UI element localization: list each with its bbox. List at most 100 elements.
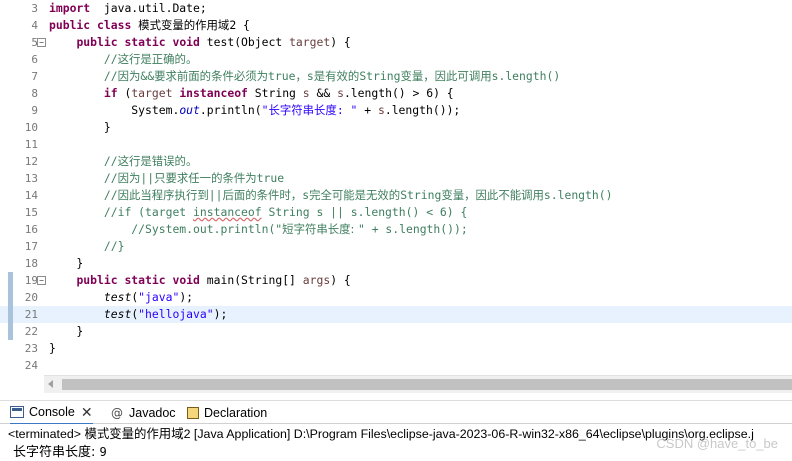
code-token: +: [357, 103, 378, 117]
code-token: ||: [208, 188, 223, 202]
code-text: public class 模式变量的作用域2 {: [49, 17, 250, 34]
line-number: 9: [31, 104, 38, 117]
code-token: instanceof: [193, 205, 262, 219]
code-line[interactable]: 6 //这行是正确的。: [0, 51, 792, 68]
tab-javadoc[interactable]: @ Javadoc: [110, 401, 176, 425]
code-token: "hellojava": [138, 307, 214, 321]
line-number: 20: [24, 291, 38, 304]
line-number: 17: [24, 240, 38, 253]
code-token: &&: [140, 69, 155, 83]
line-number: 3: [31, 2, 38, 15]
line-number: 15: [24, 206, 38, 219]
view-tab-bar: Console ✕ @ Javadoc Declaration: [0, 400, 792, 425]
ruler-marker: [8, 306, 13, 323]
declaration-icon: [187, 407, 199, 419]
code-text: //因为||只要求任一的条件为true: [49, 170, 284, 187]
line-number: 8: [31, 87, 38, 100]
tab-declaration[interactable]: Declaration: [187, 401, 267, 425]
ruler-marker: [8, 289, 13, 306]
code-text: }: [49, 340, 56, 357]
code-token: import: [49, 1, 91, 15]
output-value: 9: [99, 445, 107, 459]
close-icon[interactable]: ✕: [81, 405, 93, 419]
code-token: //: [103, 52, 118, 66]
line-number: 12: [24, 155, 38, 168]
code-line[interactable]: 17 //}: [0, 238, 792, 255]
code-line[interactable]: 13 //因为||只要求任一的条件为true: [0, 170, 792, 187]
code-token: 要求前面的条件必须为: [154, 69, 269, 83]
code-line[interactable]: 20 test("java");: [0, 289, 792, 306]
code-token: }: [49, 120, 111, 134]
code-token: //if (target: [103, 205, 194, 219]
code-token: static: [124, 35, 166, 49]
code-line[interactable]: 9 System.out.println("长字符串长度: " + s.leng…: [0, 102, 792, 119]
code-text: import java.util.Date;: [49, 0, 207, 17]
code-token: 短字符串长度:: [282, 222, 358, 236]
code-line[interactable]: 7 //因为&&要求前面的条件必须为true，s是有效的String变量，因此可…: [0, 68, 792, 85]
fold-toggle-icon[interactable]: −: [37, 276, 46, 285]
code-token: }: [49, 256, 84, 270]
code-line[interactable]: 21 test("hellojava");: [0, 306, 792, 323]
code-line[interactable]: 10 }: [0, 119, 792, 136]
code-token: s: [377, 103, 385, 117]
code-token: 完全可能是无效的: [309, 188, 401, 202]
code-token: true: [268, 69, 296, 83]
code-line[interactable]: 23}: [0, 340, 792, 357]
code-text: System.out.println("长字符串长度: " + s.length…: [49, 102, 460, 119]
code-token: &&: [309, 86, 338, 100]
code-line[interactable]: 12 //这行是错误的。: [0, 153, 792, 170]
code-line[interactable]: 3 import java.util.Date;: [0, 0, 792, 17]
horizontal-scrollbar[interactable]: [44, 375, 792, 393]
console-output[interactable]: <terminated> 模式变量的作用域2 [Java Application…: [0, 424, 792, 461]
code-line[interactable]: 16 //System.out.println("短字符串长度: " + s.l…: [0, 221, 792, 238]
line-number: 19: [24, 274, 38, 287]
ruler-marker: [8, 272, 13, 289]
code-token: String: [400, 188, 442, 202]
code-token: //: [103, 188, 118, 202]
code-token: );: [213, 307, 228, 321]
code-line[interactable]: 22 }: [0, 323, 792, 340]
code-token: }: [49, 341, 56, 355]
code-token: main(String[]: [199, 273, 303, 287]
scroll-left-arrow-icon[interactable]: [48, 380, 53, 388]
code-token: //}: [103, 239, 125, 253]
scrollbar-thumb[interactable]: [62, 379, 792, 390]
code-line[interactable]: 11: [0, 136, 792, 153]
line-number: 23: [24, 342, 38, 355]
fold-toggle-icon[interactable]: −: [37, 38, 46, 47]
code-text: //System.out.println("短字符串长度: " + s.leng…: [49, 221, 467, 238]
code-token: String: [359, 69, 401, 83]
code-token: test(Object: [199, 35, 290, 49]
code-token: "java": [138, 290, 180, 304]
code-token: System.: [49, 103, 180, 117]
code-editor[interactable]: 3 import java.util.Date; 4 public class 模式变…: [0, 0, 792, 375]
code-line[interactable]: 5− public static void test(Object target…: [0, 34, 792, 51]
code-token: target: [131, 86, 173, 100]
code-token: }: [49, 324, 84, 338]
code-token: 只要求任一的条件为: [154, 171, 257, 185]
code-token: 变量，因此不能调用: [441, 188, 544, 202]
code-line[interactable]: 14 //因此当程序执行到||后面的条件时，s完全可能是无效的String变量，…: [0, 187, 792, 204]
code-token: true: [256, 171, 285, 185]
code-token: //: [103, 154, 118, 168]
code-line[interactable]: 24: [0, 357, 792, 374]
line-number: 21: [24, 308, 38, 321]
code-line[interactable]: 19− public static void main(String[] arg…: [0, 272, 792, 289]
code-line[interactable]: 15 //if (target instanceof String s || s…: [0, 204, 792, 221]
code-token: 模式变量的作用域: [138, 18, 230, 32]
code-line[interactable]: 4 public class 模式变量的作用域2 {: [0, 17, 792, 34]
code-line[interactable]: 8 if (target instanceof String s && s.le…: [0, 85, 792, 102]
code-line[interactable]: 18 }: [0, 255, 792, 272]
tab-console[interactable]: Console ✕: [10, 401, 93, 425]
line-number: 16: [24, 223, 38, 236]
code-text: public static void test(Object target) {: [49, 34, 350, 51]
